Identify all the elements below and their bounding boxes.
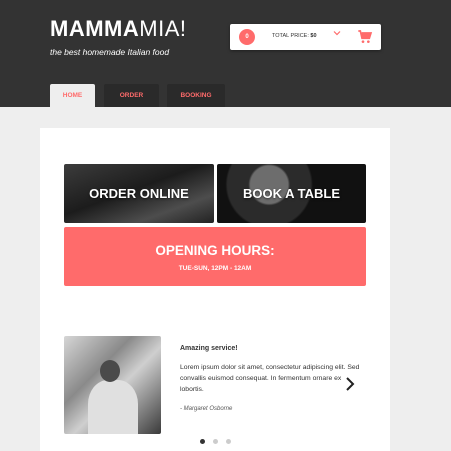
logo-light-text: MIA!	[139, 16, 187, 41]
tab-booking[interactable]: BOOKING	[167, 84, 225, 107]
photo-figure-head	[100, 360, 120, 382]
photo-figure-body	[88, 380, 138, 434]
chevron-right-icon[interactable]	[344, 376, 356, 392]
review-photo	[64, 336, 161, 434]
cart-total: TOTAL PRICE: $0	[272, 33, 317, 39]
review-text: Lorem ipsum dolor sit amet, consectetur …	[180, 364, 360, 393]
review-author: - Margaret Osborne	[180, 406, 233, 412]
book-table-label: BOOK A TABLE	[242, 186, 340, 201]
tagline: the best homemade Italian food	[50, 47, 170, 57]
opening-hours-title: OPENING HOURS:	[155, 243, 275, 258]
review-title: Amazing service!	[180, 345, 238, 352]
cart-total-value: $0	[310, 33, 317, 39]
opening-hours-banner: OPENING HOURS: TUE-SUN, 12PM - 12AM	[64, 227, 366, 286]
order-online-label: ORDER ONLINE	[89, 186, 189, 201]
chevron-down-icon[interactable]	[333, 30, 341, 36]
book-table-tile[interactable]: BOOK A TABLE	[217, 164, 366, 223]
header: MAMMAMIA! the best homemade Italian food…	[0, 0, 451, 107]
carousel-dot-1[interactable]	[200, 439, 205, 444]
cart-total-label: TOTAL PRICE:	[272, 33, 309, 39]
tab-home[interactable]: HOME	[50, 84, 95, 107]
order-online-tile[interactable]: ORDER ONLINE	[64, 164, 214, 223]
carousel-dot-2[interactable]	[213, 439, 218, 444]
cart-summary[interactable]: 0 TOTAL PRICE: $0	[230, 24, 381, 50]
shopping-cart-icon[interactable]	[357, 29, 373, 45]
carousel-dot-3[interactable]	[226, 439, 231, 444]
cart-count-badge: 0	[239, 29, 255, 45]
logo-bold-text: MAMMA	[50, 16, 140, 41]
opening-hours-time: TUE-SUN, 12PM - 12AM	[178, 265, 252, 272]
tab-order[interactable]: ORDER	[104, 84, 159, 107]
logo[interactable]: MAMMAMIA!	[50, 16, 187, 42]
